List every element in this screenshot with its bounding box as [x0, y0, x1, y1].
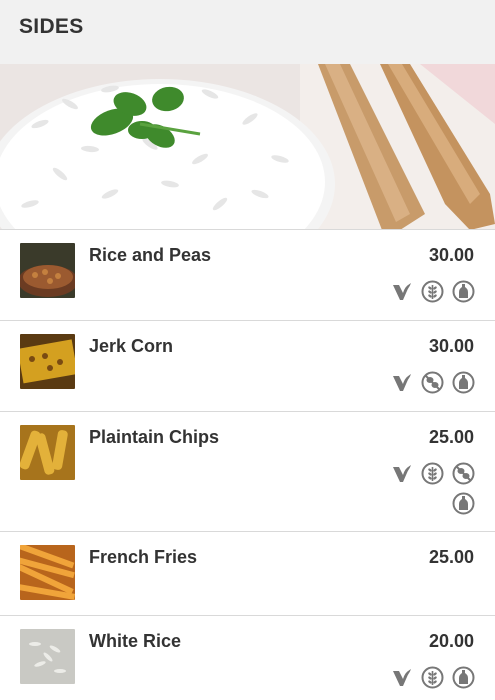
no-dairy-bottle-icon [452, 492, 475, 515]
list-item[interactable]: Jerk Corn 30.00 [0, 320, 495, 411]
vegan-v-icon [390, 462, 413, 485]
dietary-icons [365, 462, 475, 515]
list-item[interactable]: Rice and Peas 30.00 [0, 229, 495, 320]
item-price: 30.00 [428, 336, 474, 356]
no-dairy-bottle-icon [452, 666, 475, 689]
section-header: SIDES [0, 0, 495, 64]
vegan-v-icon [390, 371, 413, 394]
dietary-icons [365, 666, 475, 689]
no-dairy-bottle-icon [452, 371, 475, 394]
white-rice-thumbnail [20, 629, 75, 684]
plaintain-chips-thumbnail [20, 425, 75, 480]
no-gluten-grain-icon [421, 666, 444, 689]
item-price: 20.00 [428, 631, 474, 651]
item-price: 30.00 [428, 245, 474, 265]
jerk-corn-thumbnail [20, 334, 75, 389]
item-name: French Fries [89, 547, 198, 567]
vegan-v-icon [390, 666, 413, 689]
item-name: Rice and Peas [89, 245, 212, 265]
dietary-icons [365, 280, 475, 303]
list-item[interactable]: French Fries 25.00 [0, 531, 495, 615]
vegan-v-icon [390, 280, 413, 303]
dietary-icons [365, 371, 475, 394]
no-dairy-bottle-icon [452, 280, 475, 303]
item-price: 25.00 [428, 547, 474, 567]
item-name: White Rice [89, 631, 182, 651]
no-nuts-icon [421, 371, 444, 394]
list-item[interactable]: Plaintain Chips 25.00 [0, 411, 495, 531]
rice-and-peas-thumbnail [20, 243, 75, 298]
list-item[interactable]: White Rice 20.00 [0, 615, 495, 700]
item-price: 25.00 [428, 427, 474, 447]
section-title: SIDES [19, 15, 84, 38]
hero-image [0, 64, 495, 230]
no-gluten-grain-icon [421, 462, 444, 485]
no-nuts-icon [452, 462, 475, 485]
french-fries-thumbnail [20, 545, 75, 600]
item-name: Jerk Corn [89, 336, 174, 356]
no-gluten-grain-icon [421, 280, 444, 303]
item-name: Plaintain Chips [89, 427, 220, 447]
